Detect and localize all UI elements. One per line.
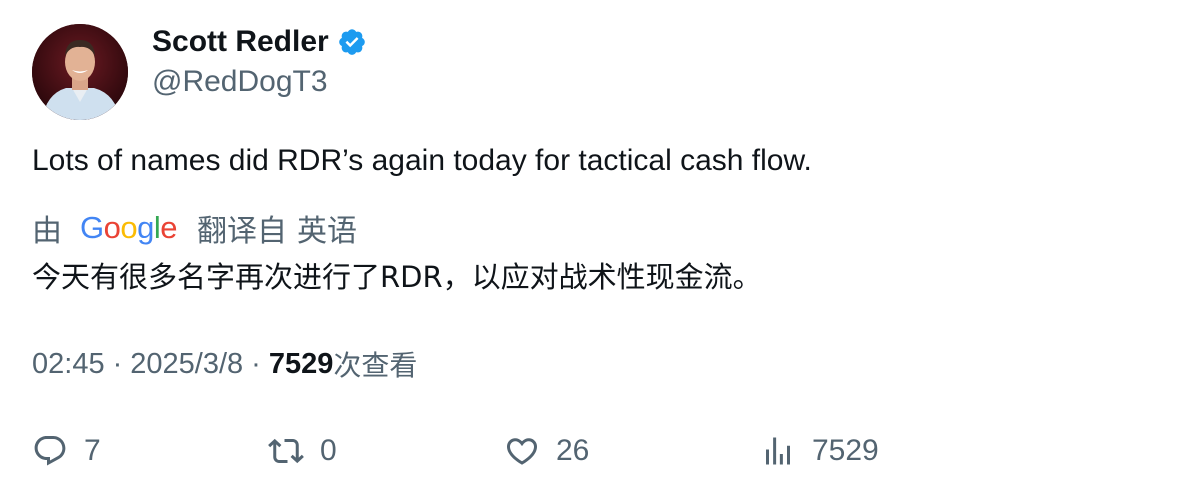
- tweet-meta: 02:45 · 2025/3/8 · 7529 次查看: [32, 343, 417, 385]
- views-label: 次查看: [333, 349, 418, 382]
- avatar-image: [32, 24, 128, 120]
- google-letter: o: [103, 210, 121, 245]
- meta-separator: ·: [112, 347, 123, 380]
- translated-by-label: 由: [32, 214, 62, 249]
- verified-badge-icon[interactable]: [337, 27, 367, 57]
- meta-separator: ·: [251, 347, 261, 380]
- translated-text: 今天有很多名字再次进行了RDR，以应对战术性现金流。: [32, 260, 762, 294]
- retweet-count: 0: [320, 434, 337, 467]
- retweet-icon: [268, 433, 304, 469]
- google-letter: e: [160, 210, 178, 245]
- tweet-date[interactable]: 2025/3/8: [130, 348, 243, 381]
- analytics-icon: [760, 433, 796, 469]
- source-language: 英语: [297, 214, 358, 249]
- reply-button[interactable]: 7: [32, 428, 101, 474]
- author-name-row: Scott Redler: [152, 22, 367, 62]
- tweet-time[interactable]: 02:45: [32, 348, 105, 381]
- translated-from-label: 翻译自: [197, 214, 288, 249]
- tweet-text: Lots of names did RDR’s again today for …: [32, 144, 812, 177]
- google-letter: o: [120, 210, 138, 245]
- like-count: 26: [556, 434, 590, 467]
- avatar[interactable]: [32, 24, 128, 120]
- reply-count: 7: [84, 434, 101, 467]
- retweet-button[interactable]: 0: [268, 428, 337, 474]
- tweet-card: Scott Redler @RedDogT3 Lots of names did…: [0, 0, 1196, 498]
- views-count: 7529: [268, 347, 334, 380]
- author-name[interactable]: Scott Redler: [152, 22, 329, 62]
- views-count-action: 7529: [812, 434, 879, 467]
- google-letter: G: [80, 210, 104, 245]
- heart-icon: [504, 433, 540, 469]
- action-bar: 7 0 26 7529: [32, 428, 1132, 474]
- reply-icon: [32, 433, 68, 469]
- translation-header: 由 Google 翻译自 英语: [32, 206, 357, 250]
- google-logo[interactable]: Google: [80, 210, 178, 246]
- google-letter: g: [137, 210, 154, 245]
- author-handle[interactable]: @RedDogT3: [152, 62, 328, 102]
- like-button[interactable]: 26: [504, 428, 589, 474]
- views-button[interactable]: 7529: [760, 428, 879, 474]
